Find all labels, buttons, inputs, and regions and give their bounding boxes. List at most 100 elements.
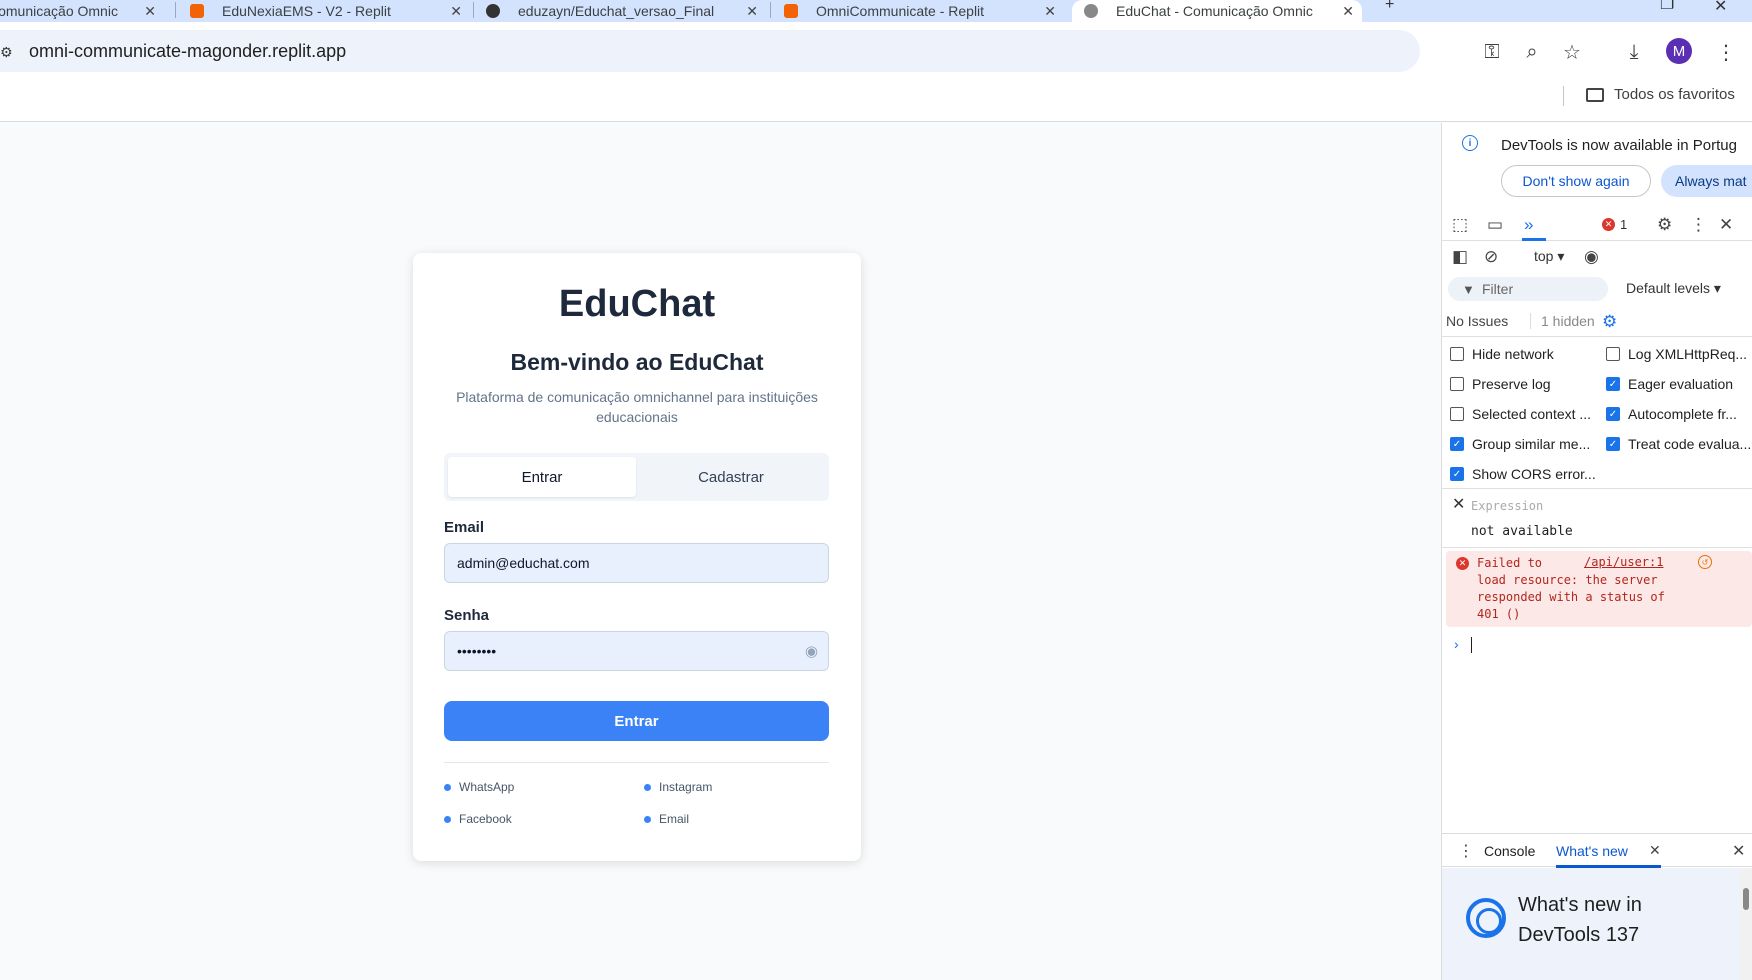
bookmarks-separator [1563, 86, 1564, 106]
setting-show-cors-errors[interactable]: ✓ Show CORS error... [1450, 466, 1596, 482]
checkbox[interactable]: ✓ [1450, 437, 1464, 451]
remove-expression-icon[interactable]: ✕ [1452, 494, 1465, 514]
setting-treat-code-evaluation[interactable]: ✓ Treat code evalua... [1606, 436, 1751, 452]
console-error-message: ✕ Failed to load resource: the server re… [1446, 551, 1752, 627]
checkbox[interactable]: ✓ [1606, 407, 1620, 421]
password-key-icon[interactable]: ⚿ [1478, 38, 1506, 66]
error-source-link[interactable]: /api/user:1 [1584, 555, 1663, 569]
email-value: admin@educhat.com [457, 555, 590, 571]
browser-tab-2[interactable]: EduNexiaEMS - V2 - Replit ✕ [190, 0, 470, 22]
password-value: •••••••• [457, 643, 497, 659]
bullet-icon [444, 815, 451, 823]
error-icon: ✕ [1602, 218, 1615, 231]
devtools-toolbar: ⬚ ▭ » ✕ 1 ⚙ ⋮ ✕ [1442, 209, 1752, 241]
new-tab-icon[interactable]: + [1385, 0, 1394, 14]
console-settings-icon[interactable]: ⚙ [1602, 312, 1617, 332]
live-expression-input[interactable]: Expression [1471, 499, 1543, 513]
setting-group-similar[interactable]: ✓ Group similar me... [1450, 436, 1590, 452]
divider [1442, 547, 1752, 548]
password-field[interactable]: •••••••• ◉ [444, 631, 829, 671]
setting-selected-context[interactable]: Selected context ... [1450, 406, 1591, 422]
close-icon[interactable]: ✕ [1044, 3, 1064, 20]
network-request-icon[interactable]: ↺ [1698, 555, 1712, 569]
sidebar-toggle-icon[interactable]: ◧ [1452, 247, 1468, 267]
channel-label: Facebook [459, 812, 512, 826]
brand-title: EduChat [558, 283, 716, 325]
clear-console-icon[interactable]: ⊘ [1484, 247, 1498, 267]
browser-tab-active[interactable]: EduChat - Comunicação Omnic ✕ [1072, 0, 1362, 22]
email-field[interactable]: admin@educhat.com [444, 543, 829, 583]
setting-label: Hide network [1472, 346, 1554, 362]
download-icon[interactable]: ⤓ [1620, 38, 1648, 66]
site-info-icon[interactable]: ⚙ [0, 44, 13, 61]
browser-tab-4[interactable]: OmniCommunicate - Replit ✕ [784, 0, 1064, 22]
devtools-menu-icon[interactable]: ⋮ [1690, 215, 1707, 235]
dont-show-again-button[interactable]: Don't show again [1501, 165, 1651, 197]
device-toolbar-icon[interactable]: ▭ [1487, 215, 1503, 235]
drawer-tab-whats-new[interactable]: What's new [1556, 843, 1628, 859]
settings-gear-icon[interactable]: ⚙ [1657, 215, 1672, 235]
error-count-badge[interactable]: ✕ 1 [1602, 217, 1627, 232]
hidden-count: 1 hidden [1530, 313, 1595, 329]
browser-tab-1[interactable]: Comunicação Omnic ✕ [0, 0, 164, 22]
setting-preserve-log[interactable]: Preserve log [1450, 376, 1551, 392]
setting-eager-evaluation[interactable]: ✓ Eager evaluation [1606, 376, 1733, 392]
tab-signup[interactable]: Cadastrar [637, 457, 825, 497]
browser-tab-3[interactable]: eduzayn/Educhat_versao_Final ✕ [486, 0, 766, 22]
console-toolbar: ◧ ⊘ top ▾ ◉ [1442, 241, 1752, 273]
context-selector[interactable]: top ▾ [1534, 248, 1564, 265]
close-icon[interactable]: ✕ [450, 3, 470, 20]
checkbox[interactable]: ✓ [1606, 437, 1620, 451]
profile-avatar[interactable]: M [1666, 38, 1692, 64]
close-devtools-icon[interactable]: ✕ [1719, 215, 1733, 235]
live-expression-eye-icon[interactable]: ◉ [1584, 247, 1599, 267]
show-password-eye-icon[interactable]: ◉ [805, 642, 818, 660]
checkbox[interactable] [1450, 407, 1464, 421]
setting-label: Group similar me... [1472, 436, 1591, 452]
inspect-element-icon[interactable]: ⬚ [1452, 215, 1468, 235]
close-icon[interactable]: ✕ [746, 3, 766, 20]
channel-whatsapp: WhatsApp [444, 780, 514, 794]
tab-title: EduNexiaEMS - V2 - Replit [222, 3, 391, 19]
page-viewport: EduChat Bem-vindo ao EduChat Plataforma … [0, 123, 1440, 980]
close-tab-icon[interactable]: ✕ [1649, 842, 1661, 859]
restore-window-icon[interactable]: ❐ [1660, 0, 1674, 14]
drawer-menu-icon[interactable]: ⋮ [1458, 841, 1474, 861]
close-drawer-icon[interactable]: ✕ [1732, 841, 1745, 861]
issues-status: No Issues [1446, 313, 1509, 329]
channel-label: Email [659, 812, 690, 826]
setting-label: Eager evaluation [1628, 376, 1734, 392]
checkbox[interactable]: ✓ [1450, 467, 1464, 481]
setting-autocomplete[interactable]: ✓ Autocomplete fr... [1606, 406, 1737, 422]
setting-hide-network[interactable]: Hide network [1450, 346, 1554, 362]
close-icon[interactable]: ✕ [144, 3, 164, 20]
more-tabs-icon[interactable]: » [1524, 215, 1533, 235]
drawer-tab-console[interactable]: Console [1484, 843, 1535, 859]
checkbox[interactable] [1450, 347, 1464, 361]
issues-bar: No Issues 1 hidden ⚙ [1442, 305, 1752, 337]
setting-log-xhr[interactable]: Log XMLHttpReq... [1606, 346, 1747, 362]
checkbox[interactable] [1606, 347, 1620, 361]
login-button[interactable]: Entrar [444, 701, 829, 741]
checkbox[interactable]: ✓ [1606, 377, 1620, 391]
bookmark-star-icon[interactable]: ☆ [1558, 38, 1586, 66]
console-input[interactable] [1471, 637, 1472, 653]
devtools-drawer: ⋮ Console What's new ✕ ✕ What's new in D… [1442, 833, 1752, 980]
login-card: EduChat Bem-vindo ao EduChat Plataforma … [413, 253, 861, 861]
close-window-icon[interactable]: ✕ [1714, 0, 1727, 16]
checkbox[interactable] [1450, 377, 1464, 391]
all-bookmarks-folder[interactable]: Todos os favoritos [1586, 86, 1735, 103]
log-levels-dropdown[interactable]: Default levels ▾ [1626, 280, 1721, 297]
zoom-icon[interactable]: ⌕ [1518, 38, 1546, 66]
browser-menu-icon[interactable]: ⋮ [1712, 38, 1740, 66]
close-icon[interactable]: ✕ [1342, 3, 1362, 20]
url-text[interactable]: omni-communicate-magonder.replit.app [29, 41, 346, 62]
tab-login[interactable]: Entrar [448, 457, 636, 497]
scrollbar-thumb[interactable] [1743, 888, 1749, 910]
divider [1442, 488, 1752, 489]
always-match-button[interactable]: Always mat [1661, 165, 1752, 197]
welcome-heading: Bem-vindo ao EduChat [510, 349, 764, 375]
info-icon: i [1462, 135, 1478, 151]
language-banner-text: DevTools is now available in Portug [1501, 137, 1737, 154]
scrollbar[interactable] [1740, 868, 1752, 980]
